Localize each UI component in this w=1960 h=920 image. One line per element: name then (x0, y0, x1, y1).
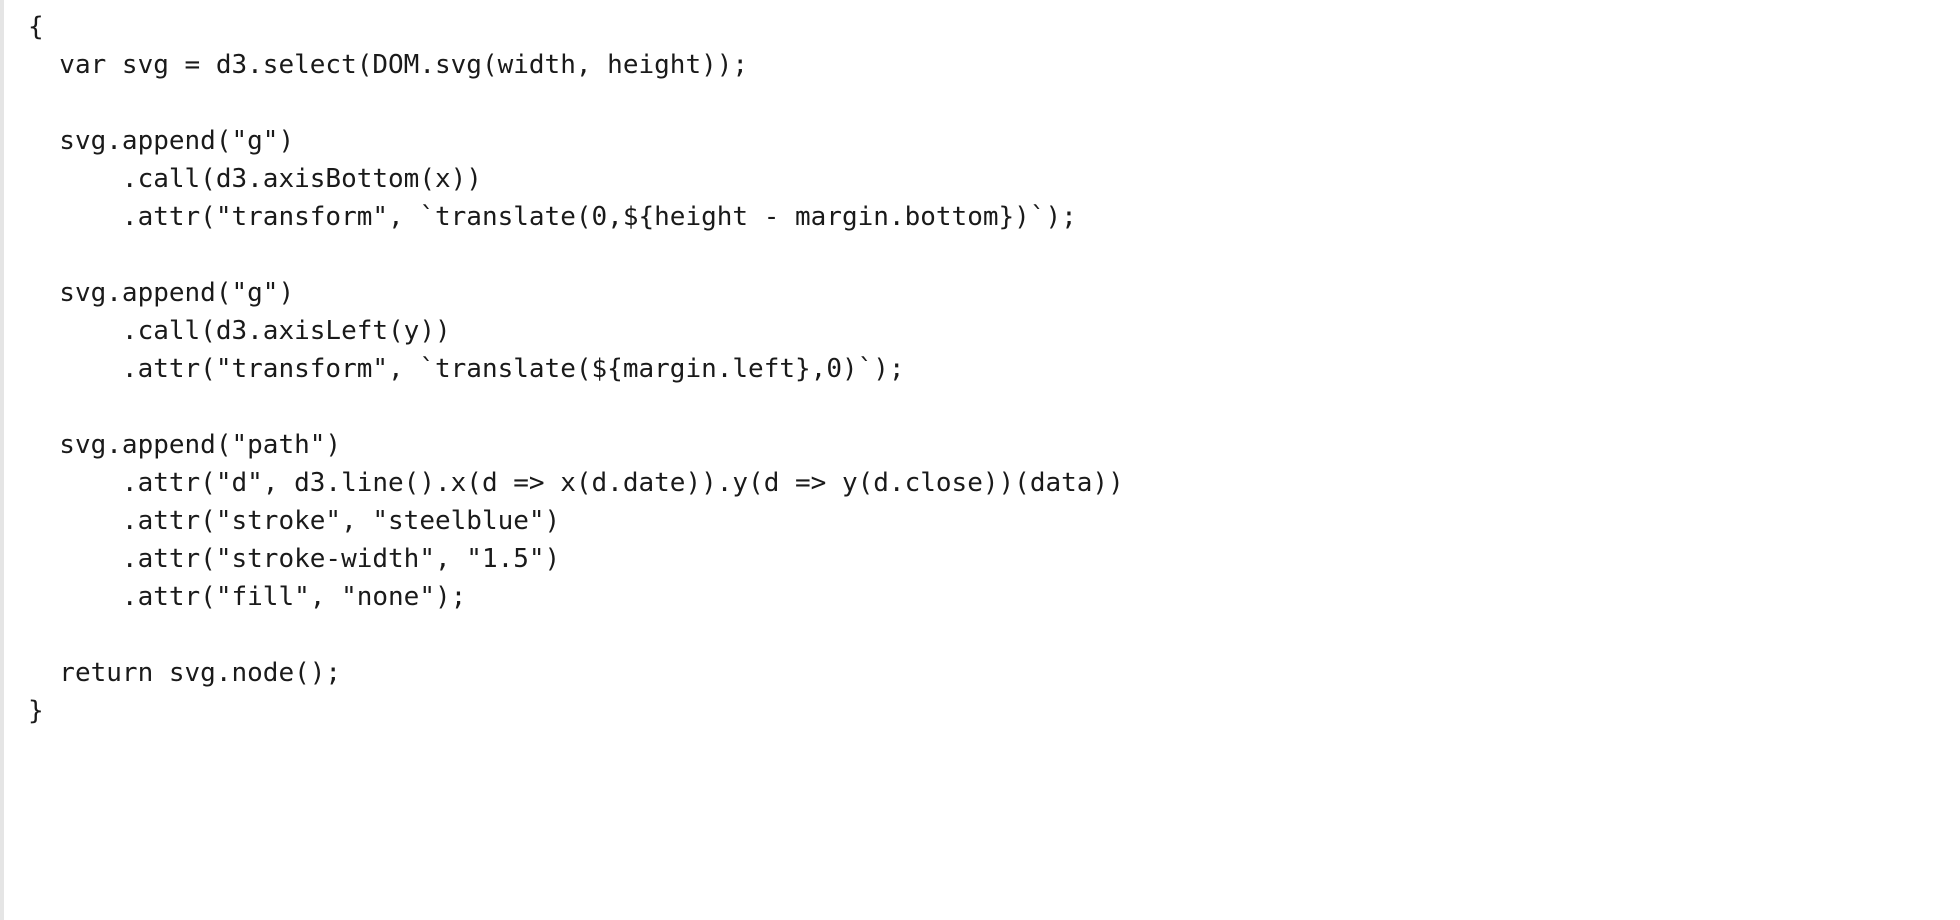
code-block: { var svg = d3.select(DOM.svg(width, hei… (0, 0, 1960, 920)
code-text[interactable]: { var svg = d3.select(DOM.svg(width, hei… (28, 8, 1960, 730)
